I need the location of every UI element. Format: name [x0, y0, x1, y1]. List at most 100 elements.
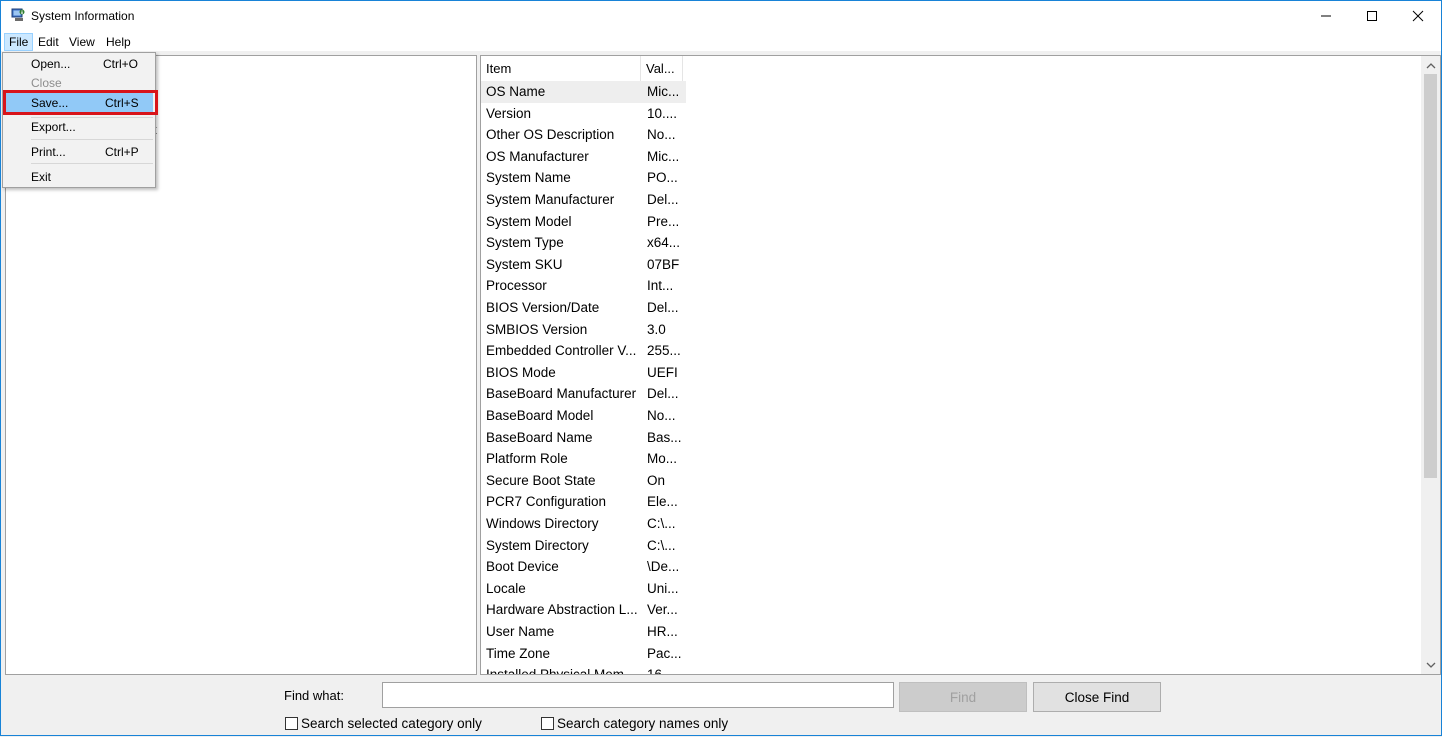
table-row[interactable]: OS Manufacturer Mic... [481, 146, 686, 168]
search-selected-category-label: Search selected category only [301, 716, 482, 731]
menu-item-open-shortcut: Ctrl+O [103, 57, 139, 71]
row-value-cell: Del... [647, 386, 679, 402]
scroll-up-button[interactable] [1421, 57, 1440, 74]
row-value-cell: UEFI [647, 364, 678, 380]
checkbox-box[interactable] [541, 717, 554, 730]
table-row[interactable]: User Name HR... [481, 621, 686, 643]
menu-item-print-shortcut: Ctrl+P [105, 145, 139, 159]
details-list-pane[interactable]: Item Val... OS Name Mic... Version 10.... Ot… [480, 55, 1441, 675]
close-button[interactable] [1395, 1, 1441, 31]
row-item-cell: Version [486, 105, 532, 121]
column-header-item[interactable]: Item [481, 56, 641, 82]
row-value-cell: Del... [647, 192, 679, 207]
row-item-cell: OS Name [486, 84, 546, 99]
menu-item-exit[interactable]: Exit [5, 167, 153, 187]
row-item-cell: BaseBoard Name [486, 429, 593, 445]
system-information-icon [11, 8, 25, 21]
row-item-cell: System Manufacturer [486, 192, 615, 207]
menu-item-export[interactable]: Export... [5, 117, 153, 137]
column-header-value[interactable]: Val... [641, 56, 683, 82]
maximize-button[interactable] [1349, 1, 1395, 31]
row-value-cell: Mic... [647, 84, 680, 99]
table-row[interactable]: BaseBoard Manufacturer Del... [481, 383, 686, 405]
table-row[interactable]: System Model Pre... [481, 211, 686, 233]
row-item-cell: Hardware Abstraction L... [486, 602, 638, 618]
table-row[interactable]: Windows Directory C:\... [481, 513, 686, 535]
menu-item-open-label: Open... [31, 57, 71, 71]
menu-item-exit-label: Exit [31, 170, 52, 184]
menu-help[interactable]: Help [102, 33, 135, 51]
menu-edit[interactable]: Edit [34, 33, 63, 51]
row-value-cell: x64... [647, 235, 681, 251]
checkbox-box[interactable] [285, 717, 298, 730]
menu-bar: File Edit View Help [1, 31, 1441, 52]
menu-view[interactable]: View [65, 33, 99, 51]
scroll-thumb[interactable] [1424, 74, 1437, 478]
table-row[interactable]: System SKU 07BF [481, 254, 686, 276]
minimize-button[interactable] [1303, 1, 1349, 31]
table-row[interactable]: Version 10.... [481, 103, 686, 125]
row-value-cell: Mo... [647, 451, 678, 467]
table-row[interactable]: System Type x64... [481, 232, 686, 254]
row-value-cell: PO... [647, 170, 678, 186]
table-row[interactable]: System Directory C:\... [481, 535, 686, 557]
row-value-cell: C:\... [647, 516, 676, 531]
row-value-cell: Pre... [647, 213, 680, 229]
row-value-cell: Mic... [647, 148, 680, 164]
close-find-button[interactable]: Close Find [1033, 682, 1161, 712]
maximize-icon [1367, 11, 1377, 21]
row-item-cell: Embedded Controller V... [486, 343, 637, 359]
row-value-cell: C:\... [647, 537, 676, 553]
close-icon [1412, 10, 1424, 22]
row-value-cell: On [647, 472, 666, 488]
minimize-icon [1321, 15, 1331, 17]
table-row[interactable]: PCR7 Configuration Ele... [481, 491, 686, 513]
table-row[interactable]: Platform Role Mo... [481, 448, 686, 470]
title-bar: System Information [1, 1, 1441, 31]
table-row[interactable]: Embedded Controller V... 255... [481, 340, 686, 362]
table-row[interactable]: Installed Physical Mem... 16... [481, 664, 686, 675]
row-item-cell: BIOS Mode [486, 364, 556, 380]
find-button[interactable]: Find [899, 682, 1027, 712]
menu-item-print[interactable]: Print... Ctrl+P [5, 142, 153, 162]
table-row[interactable]: Locale Uni... [481, 578, 686, 600]
table-row[interactable]: Time Zone Pac... [481, 643, 686, 665]
table-row[interactable]: BaseBoard Name Bas... [481, 427, 686, 449]
table-row[interactable]: System Name PO... [481, 167, 686, 189]
vertical-scrollbar[interactable] [1421, 56, 1440, 674]
table-row[interactable]: Processor Int... [481, 275, 686, 297]
row-item-cell: Platform Role [486, 451, 568, 467]
scroll-down-button[interactable] [1421, 656, 1440, 673]
menu-item-open[interactable]: Open... Ctrl+O [5, 54, 153, 74]
table-row[interactable]: BIOS Mode UEFI [481, 362, 686, 384]
table-row[interactable]: Boot Device \De... [481, 556, 686, 578]
table-row[interactable]: OS Name Mic... [481, 81, 686, 103]
row-value-cell: Del... [647, 300, 679, 315]
find-what-label: Find what: [284, 688, 344, 703]
table-row[interactable]: BIOS Version/Date Del... [481, 297, 686, 319]
chevron-up-icon [1426, 62, 1435, 68]
find-what-input[interactable] [382, 682, 894, 708]
row-value-cell: Bas... [647, 429, 682, 445]
row-item-cell: SMBIOS Version [486, 321, 588, 337]
row-item-cell: Processor [486, 278, 547, 294]
search-selected-category-checkbox[interactable]: Search selected category only [285, 716, 482, 731]
row-item-cell: BaseBoard Model [486, 408, 594, 423]
table-row[interactable]: BaseBoard Model No... [481, 405, 686, 427]
row-item-cell: Secure Boot State [486, 472, 596, 488]
table-row[interactable]: SMBIOS Version 3.0 [481, 319, 686, 341]
row-item-cell: Installed Physical Mem... [486, 667, 636, 675]
table-row[interactable]: Other OS Description No... [481, 124, 686, 146]
row-value-cell: Ele... [647, 494, 678, 510]
table-row[interactable]: Hardware Abstraction L... Ver... [481, 599, 686, 621]
row-item-cell: BIOS Version/Date [486, 300, 600, 315]
row-value-cell: No... [647, 408, 676, 423]
table-row[interactable]: Secure Boot State On [481, 470, 686, 492]
table-row[interactable]: System Manufacturer Del... [481, 189, 686, 211]
list-header: Item Val... [481, 56, 686, 82]
menu-file[interactable]: File [4, 33, 34, 51]
row-item-cell: Windows Directory [486, 516, 599, 531]
row-item-cell: Boot Device [486, 559, 559, 575]
row-value-cell: Ver... [647, 602, 678, 618]
search-category-names-checkbox[interactable]: Search category names only [541, 716, 728, 731]
